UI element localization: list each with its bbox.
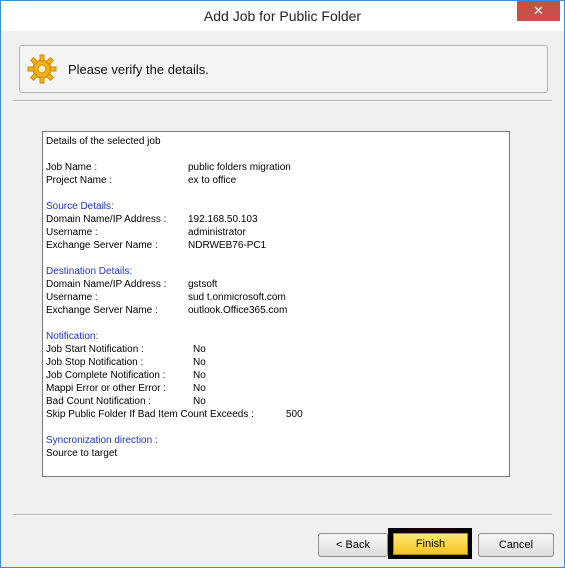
- src-server-value: NDRWEB76-PC1: [188, 240, 267, 251]
- close-button[interactable]: ✕: [517, 1, 560, 21]
- cancel-button[interactable]: Cancel: [478, 533, 554, 557]
- dest-heading: Destination Details:: [46, 266, 133, 277]
- src-domain-value: 192.168.50.103: [188, 214, 258, 225]
- job-stop-notif-label: Job Stop Notification :: [46, 357, 144, 368]
- dst-domain-label: Domain Name/IP Address :: [46, 279, 167, 290]
- src-server-label: Exchange Server Name :: [46, 240, 158, 251]
- dst-server-label: Exchange Server Name :: [46, 305, 158, 316]
- job-name-value: public folders migration: [188, 162, 291, 173]
- gear-icon: [27, 54, 57, 84]
- mappi-error-label: Mappi Error or other Error :: [46, 383, 167, 394]
- dialog-window: Add Job for Public Folder ✕ Please verif…: [0, 0, 565, 568]
- divider: [13, 514, 552, 516]
- details-heading: Details of the selected job: [46, 136, 161, 147]
- src-user-label: Username :: [46, 227, 98, 238]
- project-name-label: Project Name :: [46, 175, 113, 186]
- job-stop-notif-value: No: [193, 357, 206, 368]
- finish-button[interactable]: Finish: [393, 533, 468, 555]
- src-user-value: administrator: [188, 227, 246, 238]
- sync-value: Source to target: [46, 448, 118, 459]
- bad-count-notif-label: Bad Count Notification :: [46, 396, 152, 407]
- dst-server-value: outlook.Office365.com: [188, 305, 288, 316]
- dst-domain-value: gstsoft: [188, 279, 218, 290]
- mappi-error-value: No: [193, 383, 206, 394]
- skip-folder-label: Skip Public Folder If Bad Item Count Exc…: [46, 409, 254, 420]
- source-heading: Source Details:: [46, 201, 114, 212]
- close-icon: ✕: [533, 3, 544, 18]
- header-panel: Please verify the details.: [19, 45, 548, 93]
- job-start-notif-value: No: [193, 344, 206, 355]
- src-domain-label: Domain Name/IP Address :: [46, 214, 167, 225]
- job-complete-notif-value: No: [193, 370, 206, 381]
- header-message: Please verify the details.: [68, 62, 209, 77]
- bad-count-notif-value: No: [193, 396, 206, 407]
- window-title: Add Job for Public Folder: [203, 8, 362, 24]
- job-start-notif-label: Job Start Notification :: [46, 344, 144, 355]
- skip-folder-value: 500: [286, 409, 303, 420]
- divider: [13, 100, 552, 102]
- notification-heading: Notification:: [46, 331, 99, 342]
- job-complete-notif-label: Job Complete Notification :: [46, 370, 166, 381]
- job-name-label: Job Name :: [46, 162, 98, 173]
- dst-user-label: Username :: [46, 292, 98, 303]
- back-button[interactable]: < Back: [318, 533, 388, 557]
- details-textbox[interactable]: Details of the selected job Job Name : p…: [42, 131, 510, 477]
- sync-heading: Syncronization direction :: [46, 435, 158, 446]
- project-name-value: ex to office: [188, 175, 237, 186]
- dst-user-value: sud t.onmicrosoft.com: [188, 292, 286, 303]
- title-bar: Add Job for Public Folder ✕: [1, 1, 564, 31]
